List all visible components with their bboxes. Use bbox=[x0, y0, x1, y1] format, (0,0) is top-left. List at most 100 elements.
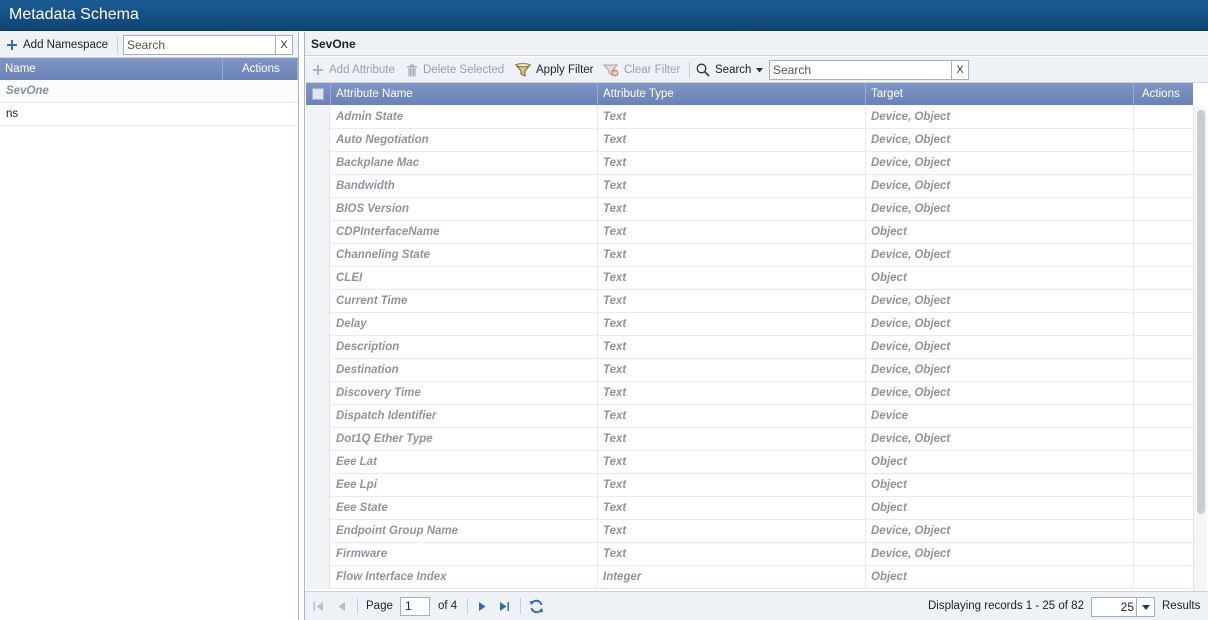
row-select-cell[interactable] bbox=[306, 198, 330, 221]
clear-filter-button[interactable]: Clear Filter bbox=[603, 57, 680, 83]
grid-scrollbar-thumb[interactable] bbox=[1197, 110, 1205, 514]
actions-cell[interactable] bbox=[1134, 382, 1193, 405]
actions-cell[interactable] bbox=[1134, 267, 1193, 290]
table-row[interactable]: Description Text Device, Object bbox=[306, 336, 1193, 359]
table-row[interactable]: Admin State Text Device, Object bbox=[306, 106, 1193, 129]
refresh-button[interactable] bbox=[529, 592, 544, 620]
select-all-checkbox[interactable] bbox=[312, 88, 324, 100]
actions-cell[interactable] bbox=[1134, 543, 1193, 566]
table-row[interactable]: CDPInterfaceName Text Object bbox=[306, 221, 1193, 244]
row-select-cell[interactable] bbox=[306, 382, 330, 405]
attribute-search-input[interactable] bbox=[770, 61, 951, 79]
apply-filter-button[interactable]: Apply Filter bbox=[515, 57, 594, 83]
row-select-cell[interactable] bbox=[306, 405, 330, 428]
column-header-attribute-name[interactable]: Attribute Name bbox=[331, 83, 598, 105]
page-size-select[interactable]: 25 bbox=[1091, 597, 1155, 617]
table-row[interactable]: Eee Lat Text Object bbox=[306, 451, 1193, 474]
add-namespace-button[interactable]: Add Namespace bbox=[6, 32, 108, 58]
actions-cell[interactable] bbox=[1134, 520, 1193, 543]
actions-cell[interactable] bbox=[1134, 198, 1193, 221]
row-select-cell[interactable] bbox=[306, 221, 330, 244]
actions-cell[interactable] bbox=[1134, 244, 1193, 267]
actions-cell[interactable] bbox=[1134, 451, 1193, 474]
row-select-cell[interactable] bbox=[306, 129, 330, 152]
search-menu-button[interactable]: Search bbox=[696, 57, 764, 83]
caret-down-icon bbox=[1141, 604, 1150, 610]
column-header-name[interactable]: Name bbox=[0, 58, 223, 80]
first-page-button[interactable] bbox=[313, 592, 324, 620]
actions-cell[interactable] bbox=[1134, 313, 1193, 336]
column-header-attribute-type[interactable]: Attribute Type bbox=[598, 83, 866, 105]
delete-selected-button[interactable]: Delete Selected bbox=[406, 57, 504, 83]
table-row[interactable]: Eee State Text Object bbox=[306, 497, 1193, 520]
namespace-search-clear-button[interactable]: X bbox=[275, 36, 292, 54]
table-row[interactable]: Discovery Time Text Device, Object bbox=[306, 382, 1193, 405]
paging-toolbar: Page 1 of 4 Displaying records 1 - 25 of… bbox=[305, 591, 1208, 620]
table-row[interactable]: Bandwidth Text Device, Object bbox=[306, 175, 1193, 198]
table-row[interactable]: Dispatch Identifier Text Device bbox=[306, 405, 1193, 428]
table-row[interactable]: Delay Text Device, Object bbox=[306, 313, 1193, 336]
row-select-cell[interactable] bbox=[306, 359, 330, 382]
page-number-input[interactable]: 1 bbox=[400, 597, 430, 616]
column-header-target[interactable]: Target bbox=[866, 83, 1134, 105]
row-select-cell[interactable] bbox=[306, 313, 330, 336]
row-select-cell[interactable] bbox=[306, 336, 330, 359]
row-select-cell[interactable] bbox=[306, 543, 330, 566]
row-select-cell[interactable] bbox=[306, 566, 330, 589]
table-row[interactable]: Eee Lpi Text Object bbox=[306, 474, 1193, 497]
actions-cell[interactable] bbox=[1134, 129, 1193, 152]
target-cell: Object bbox=[866, 267, 1134, 290]
actions-cell[interactable] bbox=[1134, 152, 1193, 175]
attribute-type-cell: Text bbox=[598, 290, 866, 313]
page-size-dropdown-button[interactable] bbox=[1136, 598, 1154, 616]
actions-cell[interactable] bbox=[1134, 405, 1193, 428]
row-select-cell[interactable] bbox=[306, 497, 330, 520]
actions-cell[interactable] bbox=[1134, 428, 1193, 451]
table-row[interactable]: Current Time Text Device, Object bbox=[306, 290, 1193, 313]
actions-cell[interactable] bbox=[1134, 336, 1193, 359]
column-header-actions[interactable]: Actions bbox=[223, 58, 298, 80]
grid-scrollbar[interactable] bbox=[1193, 106, 1207, 591]
row-select-cell[interactable] bbox=[306, 474, 330, 497]
previous-page-button[interactable] bbox=[337, 592, 346, 620]
table-row[interactable]: Endpoint Group Name Text Device, Object bbox=[306, 520, 1193, 543]
column-header-actions[interactable]: Actions bbox=[1134, 83, 1193, 105]
row-select-cell[interactable] bbox=[306, 520, 330, 543]
table-row[interactable]: Backplane Mac Text Device, Object bbox=[306, 152, 1193, 175]
add-attribute-button[interactable]: Add Attribute bbox=[312, 57, 395, 83]
table-row[interactable]: CLEI Text Object bbox=[306, 267, 1193, 290]
actions-cell[interactable] bbox=[1134, 566, 1193, 589]
row-select-cell[interactable] bbox=[306, 267, 330, 290]
table-row[interactable]: BIOS Version Text Device, Object bbox=[306, 198, 1193, 221]
actions-cell[interactable] bbox=[1134, 290, 1193, 313]
table-row[interactable]: Destination Text Device, Object bbox=[306, 359, 1193, 382]
row-select-cell[interactable] bbox=[306, 451, 330, 474]
table-row[interactable]: Flow Interface Index Integer Object bbox=[306, 566, 1193, 589]
table-row[interactable]: Channeling State Text Device, Object bbox=[306, 244, 1193, 267]
target-cell: Device, Object bbox=[866, 336, 1134, 359]
namespace-search-input[interactable] bbox=[124, 36, 276, 54]
row-select-cell[interactable] bbox=[306, 428, 330, 451]
namespace-row-sevone[interactable]: SevOne bbox=[0, 80, 298, 103]
actions-cell[interactable] bbox=[1134, 474, 1193, 497]
table-row[interactable]: Firmware Text Device, Object bbox=[306, 543, 1193, 566]
row-select-cell[interactable] bbox=[306, 244, 330, 267]
row-select-cell[interactable] bbox=[306, 290, 330, 313]
namespace-row-ns[interactable]: ns bbox=[0, 103, 298, 126]
actions-cell[interactable] bbox=[1134, 221, 1193, 244]
attribute-type-cell: Text bbox=[598, 106, 866, 129]
actions-cell[interactable] bbox=[1134, 359, 1193, 382]
row-select-cell[interactable] bbox=[306, 152, 330, 175]
actions-cell[interactable] bbox=[1134, 497, 1193, 520]
actions-cell[interactable] bbox=[1134, 175, 1193, 198]
row-select-cell[interactable] bbox=[306, 106, 330, 129]
table-row[interactable]: Dot1Q Ether Type Text Device, Object bbox=[306, 428, 1193, 451]
next-page-button[interactable] bbox=[478, 592, 487, 620]
attribute-search-clear-button[interactable]: X bbox=[951, 61, 968, 79]
table-row[interactable]: Auto Negotiation Text Device, Object bbox=[306, 129, 1193, 152]
actions-cell[interactable] bbox=[1134, 106, 1193, 129]
row-select-cell[interactable] bbox=[306, 175, 330, 198]
select-all-cell bbox=[306, 83, 331, 105]
last-page-button[interactable] bbox=[499, 592, 510, 620]
caret-down-icon bbox=[756, 67, 764, 72]
